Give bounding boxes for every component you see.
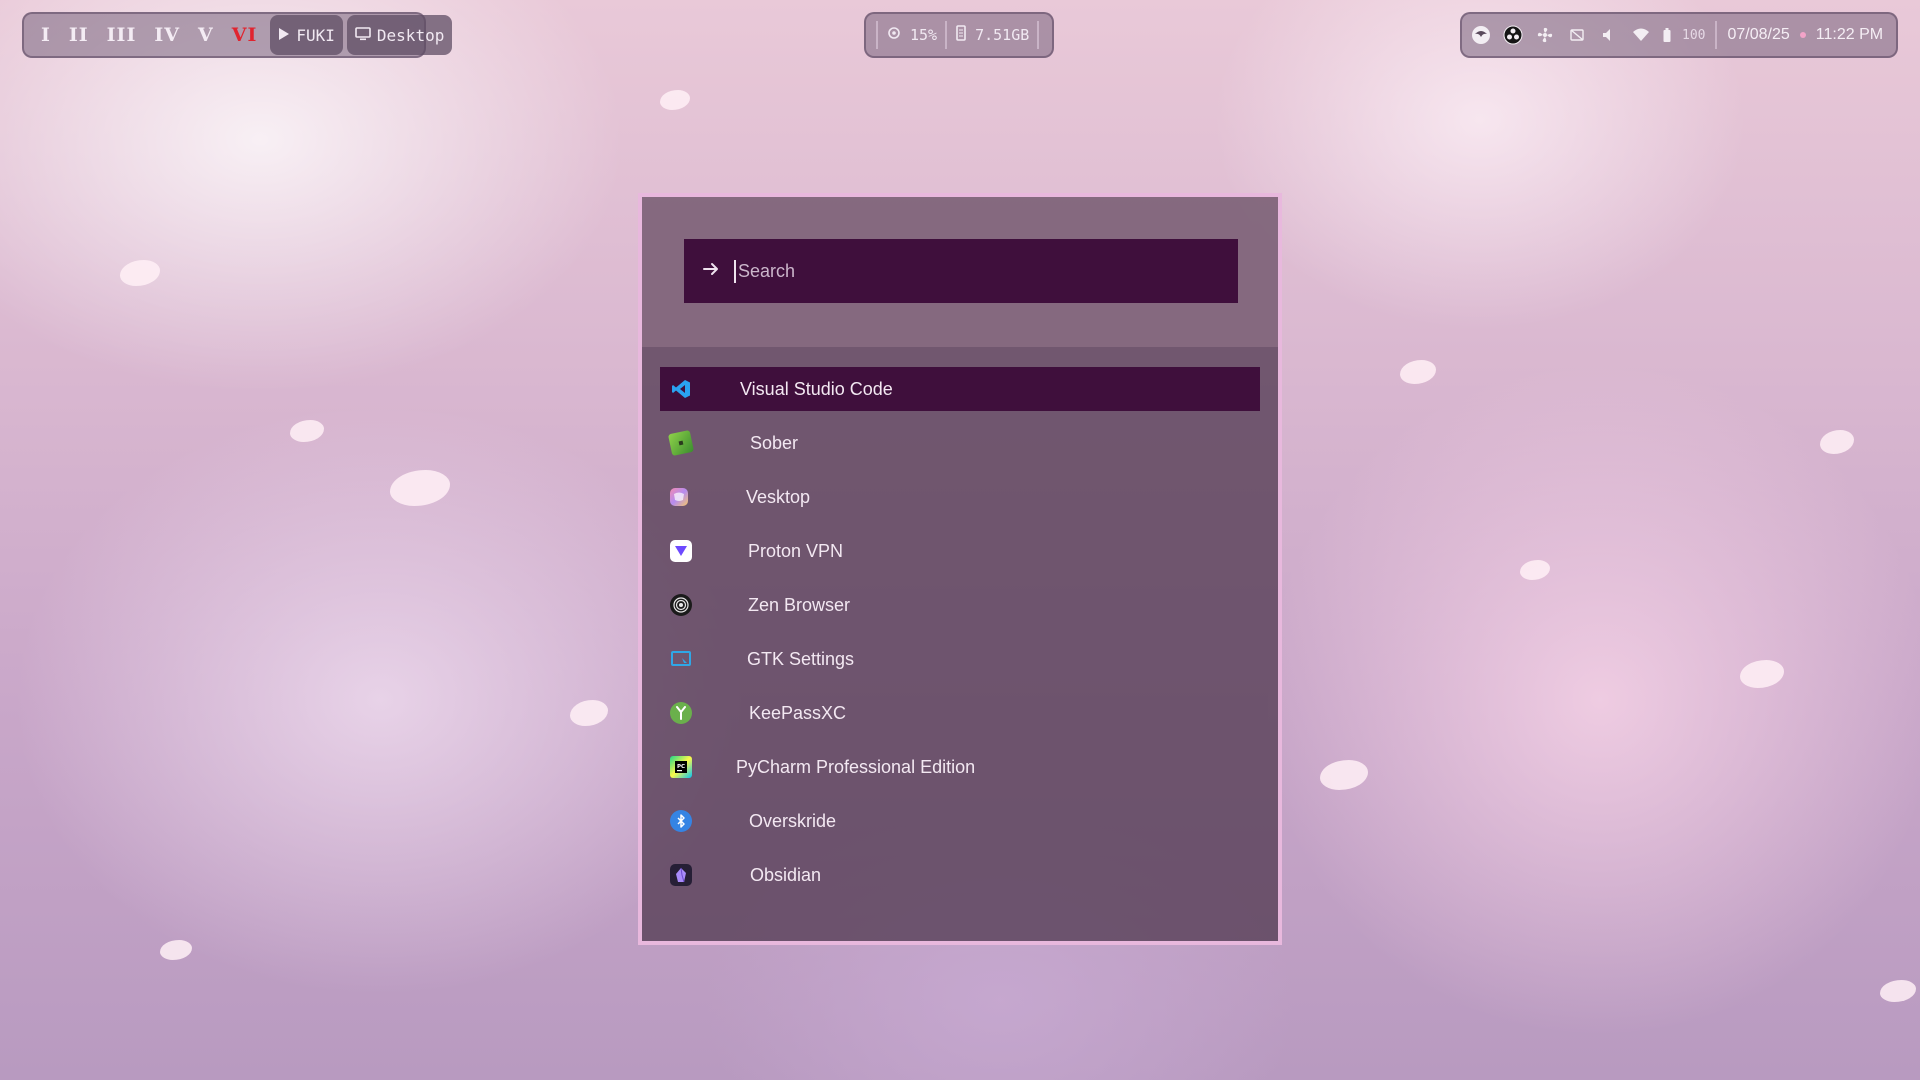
workspace-3[interactable]: III [107, 24, 137, 46]
arrow-right-icon [702, 261, 720, 281]
wifi-icon[interactable] [1630, 24, 1652, 46]
workspace-4[interactable]: IV [154, 24, 180, 46]
app-label: Zen Browser [748, 594, 851, 615]
app-item-pycharm[interactable]: PC PyCharm Professional Edition [660, 745, 1260, 789]
system-stats: 15% 7.51GB [864, 12, 1054, 58]
time-label: 11:22 PM [1815, 26, 1884, 43]
search-input[interactable] [734, 259, 1200, 283]
play-icon [278, 26, 290, 45]
obs-icon[interactable] [1502, 24, 1524, 46]
keepassxc-icon [670, 702, 692, 724]
gtk-settings-icon [670, 648, 692, 670]
app-label: Proton VPN [748, 540, 844, 561]
fan-icon[interactable] [1534, 24, 1556, 46]
vscode-icon [670, 378, 692, 400]
svg-text:PC: PC [677, 764, 685, 770]
app-item-sober[interactable]: Sober [660, 421, 1260, 465]
app-label: Vesktop [746, 486, 811, 507]
app-label: PyCharm Professional Edition [736, 756, 976, 777]
system-tray: 100 07/08/25 11:22 PM [1460, 12, 1898, 58]
search-area [642, 197, 1278, 347]
petal [160, 940, 192, 960]
separator-dot [1799, 32, 1806, 38]
battery-level: 100 [1682, 27, 1706, 43]
zen-browser-icon [670, 594, 692, 616]
media-button[interactable]: FUKI [270, 15, 343, 55]
app-item-gtk-settings[interactable]: GTK Settings [660, 637, 1260, 681]
petal [290, 420, 324, 442]
divider [1037, 21, 1040, 49]
desktop-label: Desktop [376, 25, 445, 45]
app-item-zen-browser[interactable]: Zen Browser [660, 583, 1260, 627]
petal [1520, 560, 1550, 580]
app-item-obsidian[interactable]: Obsidian [660, 853, 1260, 897]
app-launcher: Visual Studio Code Sober Vesktop Proton … [638, 193, 1282, 945]
app-label: Sober [750, 432, 799, 453]
app-item-vscode[interactable]: Visual Studio Code [660, 367, 1260, 411]
petal [570, 700, 608, 726]
obsidian-icon [670, 864, 692, 886]
divider [945, 21, 948, 49]
petal [120, 260, 160, 286]
petal [1820, 430, 1854, 454]
memory-usage: 7.51GB [975, 26, 1030, 44]
memory-icon [955, 25, 967, 45]
workspace-1[interactable]: I [41, 24, 51, 46]
cpu-usage: 15% [910, 26, 938, 44]
monitor-icon [355, 26, 371, 45]
protonvpn-icon [670, 540, 692, 562]
browser-icon[interactable] [1470, 24, 1492, 46]
caffeine-icon[interactable] [1566, 24, 1588, 46]
workspace-6[interactable]: VI [232, 24, 258, 46]
date-label: 07/08/25 [1727, 26, 1790, 43]
petal [1400, 360, 1436, 384]
app-label: GTK Settings [747, 648, 855, 669]
app-label: Visual Studio Code [740, 378, 893, 399]
workspace-5[interactable]: V [198, 24, 214, 46]
cpu-icon [886, 25, 902, 45]
search-box[interactable] [684, 239, 1238, 303]
app-item-proton-vpn[interactable]: Proton VPN [660, 529, 1260, 573]
sober-icon [667, 429, 695, 457]
bluetooth-icon [670, 810, 692, 832]
app-label: Obsidian [750, 864, 822, 885]
app-label: KeePassXC [749, 702, 847, 723]
vesktop-icon [670, 488, 688, 506]
workspace-bar: I II III IV V VI FUKI Desktop [22, 12, 453, 58]
workspace-2[interactable]: II [69, 24, 89, 46]
petal [660, 90, 690, 110]
pycharm-icon: PC [670, 756, 692, 778]
app-item-keepassxc[interactable]: KeePassXC [660, 691, 1260, 735]
app-item-vesktop[interactable]: Vesktop [660, 475, 1260, 519]
app-label: Overskride [749, 810, 837, 831]
app-list: Visual Studio Code Sober Vesktop Proton … [660, 367, 1260, 907]
petal [1740, 660, 1784, 688]
app-item-overskride[interactable]: Overskride [660, 799, 1260, 843]
divider [876, 21, 878, 49]
volume-icon[interactable] [1598, 24, 1620, 46]
petal [390, 470, 450, 506]
petal [1880, 980, 1916, 1002]
media-label: FUKI [296, 25, 335, 45]
battery-icon [1662, 24, 1672, 46]
divider [1715, 21, 1718, 49]
desktop-button[interactable]: Desktop [346, 15, 453, 55]
petal [1320, 760, 1368, 790]
